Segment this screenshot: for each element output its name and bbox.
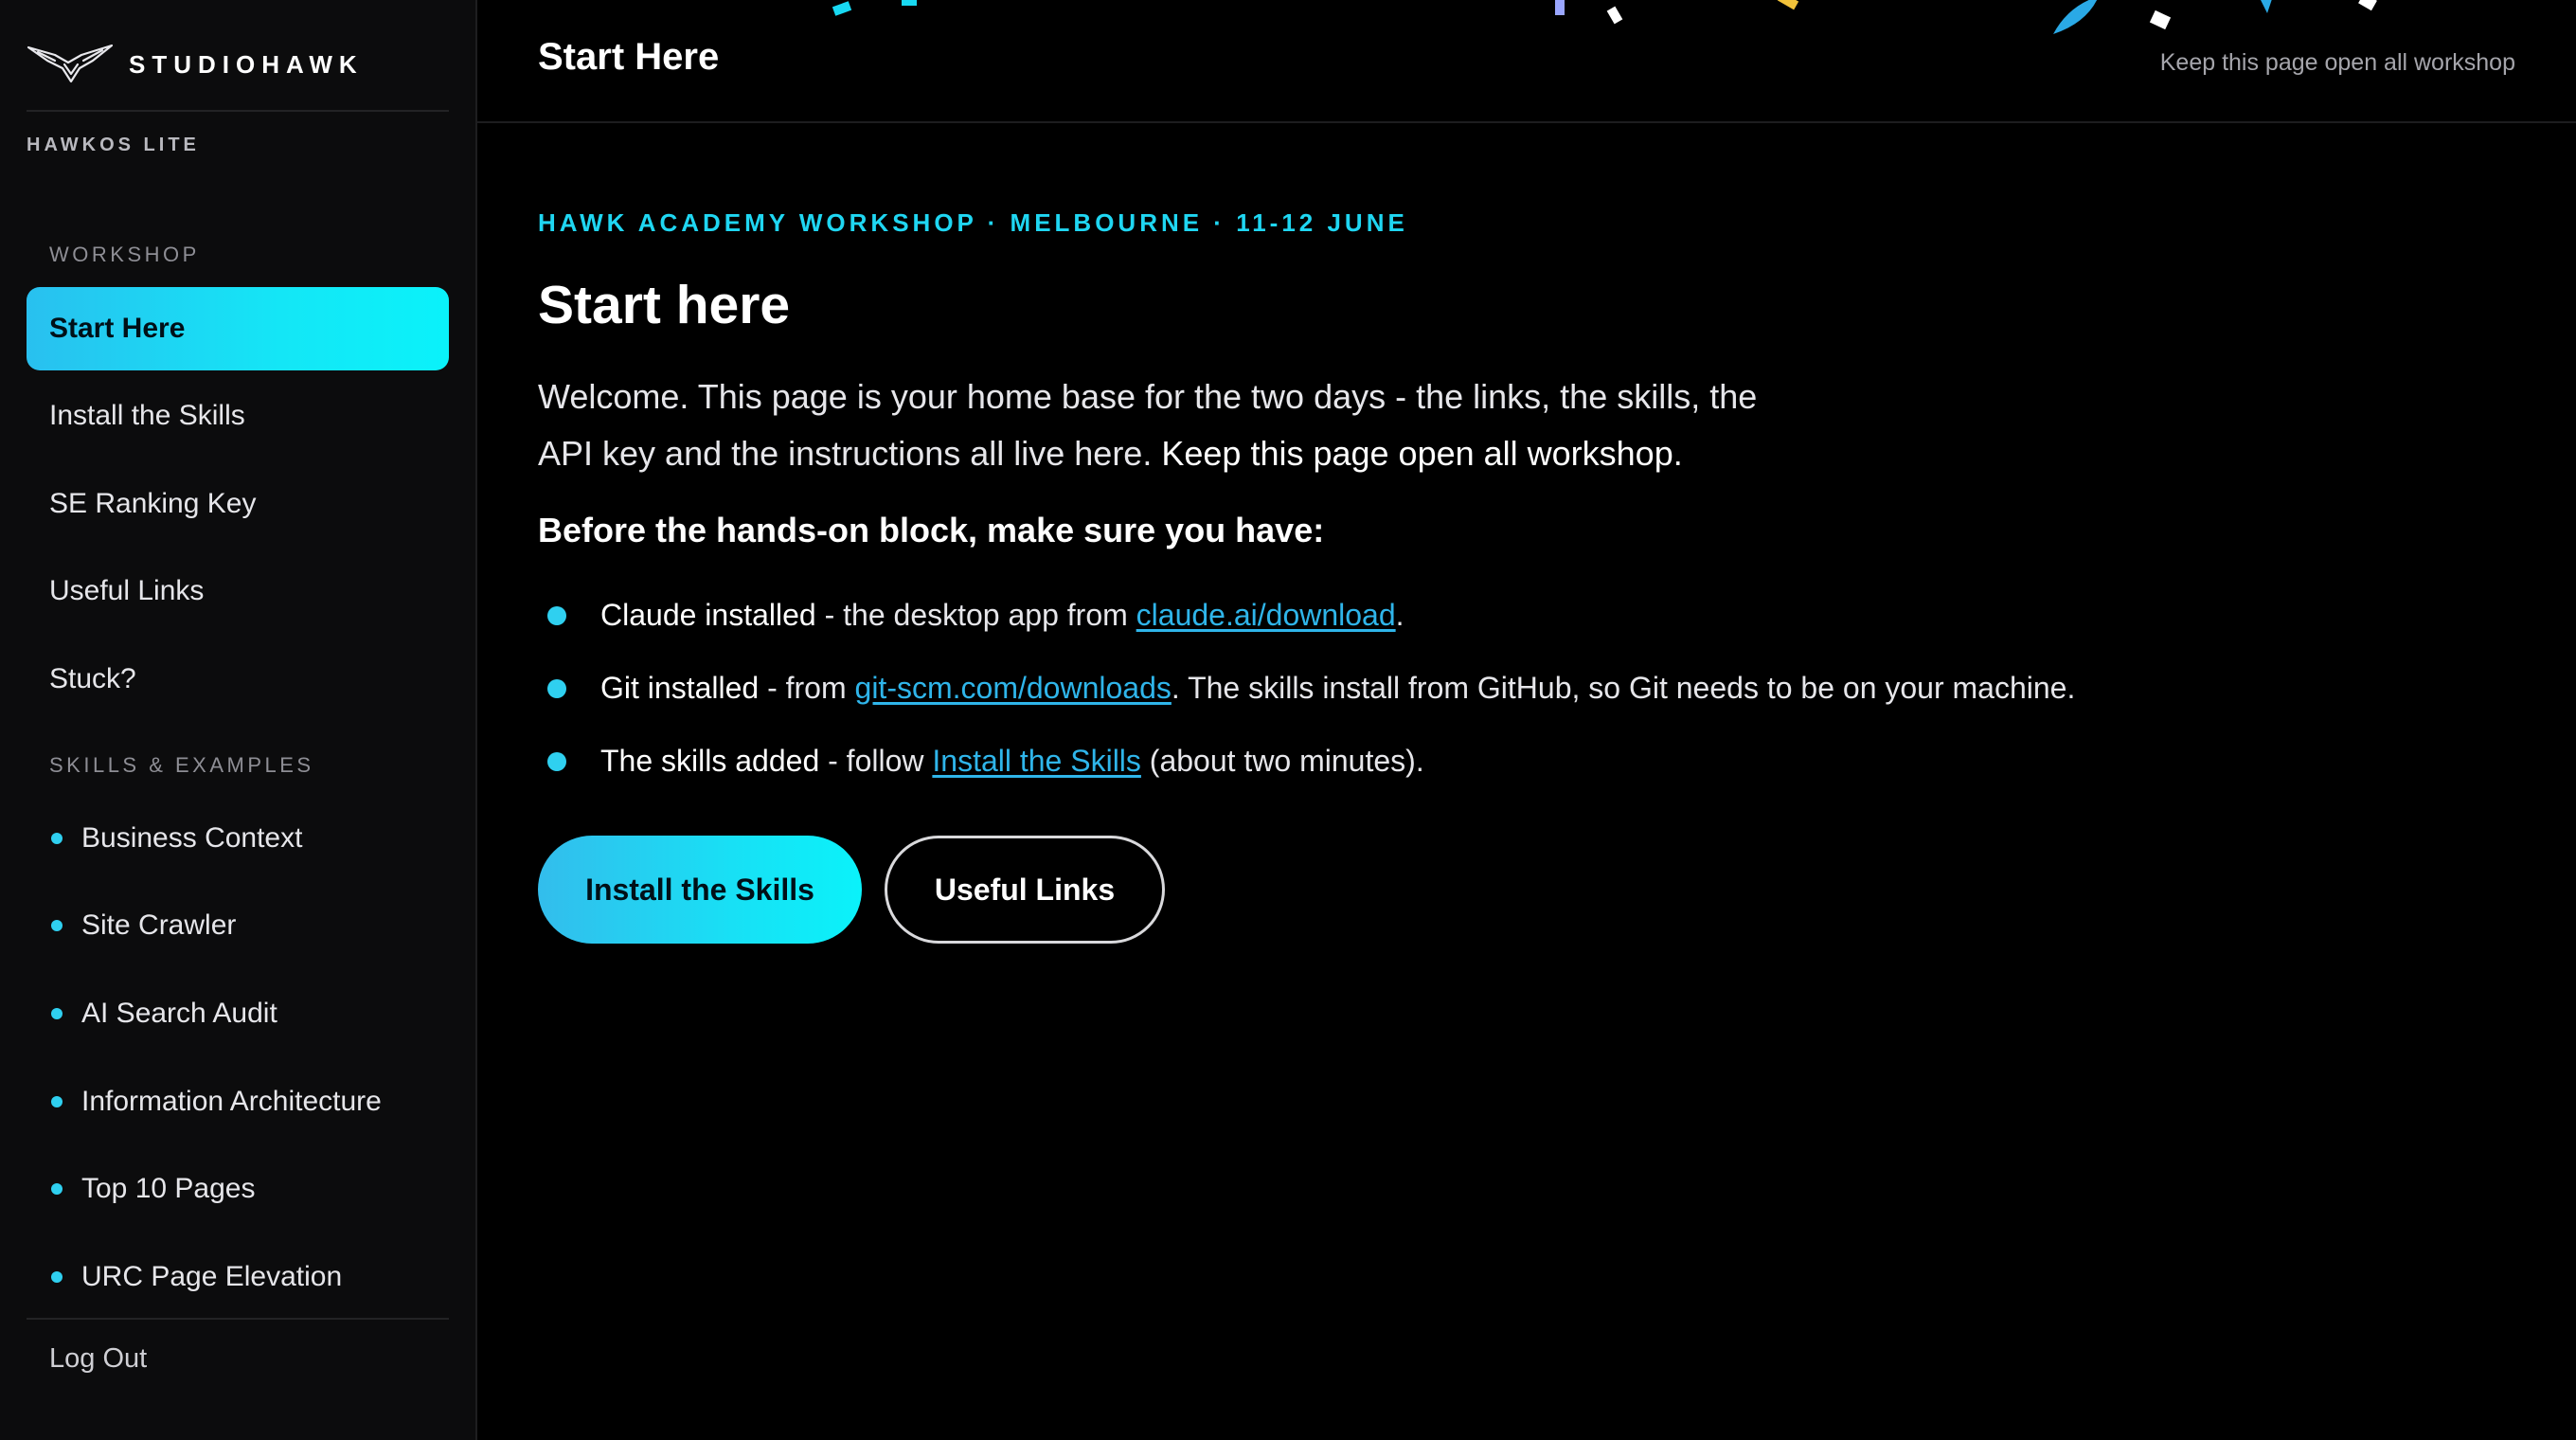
bullet-dot-icon <box>51 1271 63 1283</box>
checklist-item-text: - the desktop app from <box>815 598 1136 632</box>
eyebrow-text: HAWK ACADEMY WORKSHOP · MELBOURNE · 11-1… <box>538 208 1408 237</box>
sidebar-item-site-crawler[interactable]: Site Crawler <box>27 884 449 967</box>
sidebar-item-label: Useful Links <box>49 575 205 606</box>
checklist-item: Git installed - from git-scm.com/downloa… <box>538 652 2527 725</box>
sidebar-divider <box>27 110 449 112</box>
sidebar-item-label: SE Ranking Key <box>49 488 257 519</box>
checklist-title: Before the hands-on block, make sure you… <box>538 511 1325 549</box>
sidebar-item-se-ranking-key[interactable]: SE Ranking Key <box>27 462 449 546</box>
bullet-dot-icon <box>547 605 566 625</box>
page-title: Start Here <box>538 36 720 78</box>
section-label-skills: SKILLS & EXAMPLES <box>49 753 314 777</box>
sidebar-item-label: Install the Skills <box>49 400 245 431</box>
intro-strong-text: Keep this page open all workshop. <box>1161 434 1683 473</box>
hawk-logo-icon <box>27 44 114 83</box>
sidebar-item-stuck[interactable]: Stuck? <box>27 638 449 721</box>
sidebar-item-label: AI Search Audit <box>81 998 277 1029</box>
brand-name: STUDIOHAWK <box>129 49 364 79</box>
bullet-dot-icon <box>51 1008 63 1019</box>
install-skills-link[interactable]: Install the Skills <box>932 744 1141 778</box>
bullet-dot-icon <box>547 678 566 698</box>
section-label-workshop: WORKSHOP <box>49 243 200 266</box>
content-section: HAWK ACADEMY WORKSHOP · MELBOURNE · 11-1… <box>538 208 2527 944</box>
action-buttons: Install the Skills Useful Links <box>538 836 2527 944</box>
sidebar-item-label: Business Context <box>81 822 303 854</box>
sidebar-item-label: Stuck? <box>49 663 136 694</box>
checklist-item-text: . The skills install from GitHub, so Git… <box>1171 671 2076 705</box>
checklist-item-lead: The skills added <box>600 744 820 778</box>
main-area: Start Here Keep this page open all works… <box>477 0 2576 1440</box>
bullet-dot-icon <box>51 920 63 931</box>
bullet-dot-icon <box>51 833 63 844</box>
sidebar-item-label: Top 10 Pages <box>81 1173 256 1204</box>
sidebar-item-information-architecture[interactable]: Information Architecture <box>27 1060 449 1143</box>
sidebar-item-label: URC Page Elevation <box>81 1261 343 1292</box>
install-skills-button[interactable]: Install the Skills <box>538 836 862 944</box>
sidebar-item-ai-search-audit[interactable]: AI Search Audit <box>27 972 449 1055</box>
sidebar-item-useful-links[interactable]: Useful Links <box>27 549 449 633</box>
sidebar-divider <box>27 1318 449 1320</box>
checklist-item-text: - from <box>759 671 855 705</box>
page-heading: Start here <box>538 275 791 335</box>
sidebar: STUDIOHAWK HAWKOS LITE WORKSHOP Start He… <box>0 0 477 1440</box>
sidebar-item-label: Site Crawler <box>81 909 237 941</box>
logout-link[interactable]: Log Out <box>49 1343 147 1375</box>
bullet-dot-icon <box>51 1183 63 1195</box>
sidebar-item-business-context[interactable]: Business Context <box>27 797 449 880</box>
sidebar-item-urc-page-elevation[interactable]: URC Page Elevation <box>27 1235 449 1319</box>
sidebar-item-install-the-skills[interactable]: Install the Skills <box>27 374 449 458</box>
bullet-dot-icon <box>51 1096 63 1107</box>
git-downloads-link[interactable]: git-scm.com/downloads <box>855 671 1172 705</box>
checklist: Claude installed - the desktop app from … <box>538 579 2527 798</box>
sidebar-item-top-10-pages[interactable]: Top 10 Pages <box>27 1147 449 1231</box>
product-name: HAWKOS LITE <box>27 135 200 155</box>
checklist-item-text: (about two minutes). <box>1140 744 1424 778</box>
confetti-decoration <box>832 0 2377 34</box>
checklist-item-lead: Git installed <box>600 671 760 705</box>
intro-paragraph: Welcome. This page is your home base for… <box>538 369 1769 482</box>
brand-logo[interactable]: STUDIOHAWK <box>27 42 364 87</box>
sidebar-item-start-here[interactable]: Start Here <box>27 287 449 370</box>
checklist-item-text: . <box>1395 598 1404 632</box>
sidebar-item-label: Information Architecture <box>81 1086 382 1117</box>
checklist-item: Claude installed - the desktop app from … <box>538 579 2527 652</box>
checklist-item: The skills added - follow Install the Sk… <box>538 725 2527 798</box>
top-bar: Start Here Keep this page open all works… <box>477 0 2576 123</box>
claude-download-link[interactable]: claude.ai/download <box>1136 598 1396 632</box>
bullet-dot-icon <box>547 751 566 771</box>
useful-links-button[interactable]: Useful Links <box>885 836 1165 944</box>
checklist-item-text: - follow <box>819 744 933 778</box>
checklist-item-lead: Claude installed <box>600 598 816 632</box>
app-root: STUDIOHAWK HAWKOS LITE WORKSHOP Start He… <box>0 0 2576 1440</box>
sidebar-item-label: Start Here <box>49 313 186 344</box>
header-note: Keep this page open all workshop <box>2159 49 2515 76</box>
